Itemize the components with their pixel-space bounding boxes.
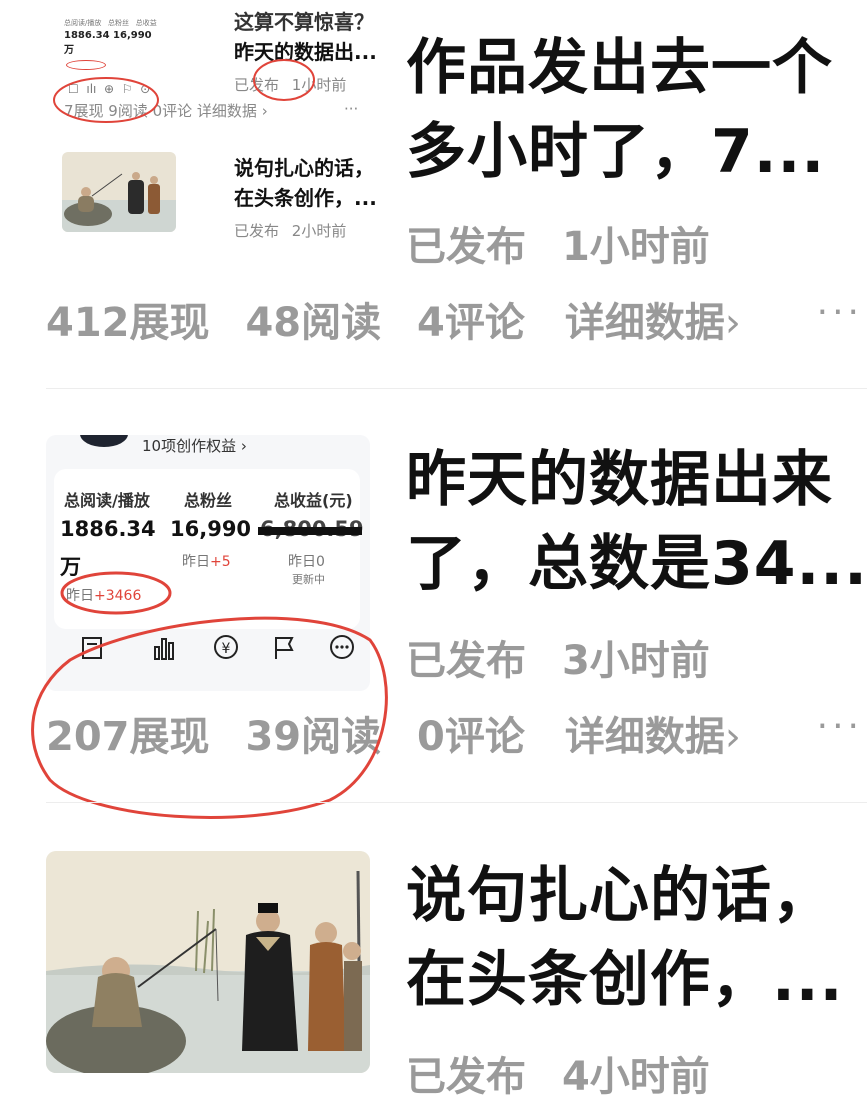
publish-time: 4小时前 xyxy=(561,1054,710,1100)
publish-status: 已发布 xyxy=(406,1054,526,1100)
avatar xyxy=(80,435,128,447)
article-title-line2[interactable]: 了，总数是34... xyxy=(406,522,866,606)
article-title-line2[interactable]: 多小时了，7... xyxy=(406,110,866,194)
mini-item2-title-line1: 说句扎心的话， xyxy=(234,156,374,180)
article-title-line1[interactable]: 昨天的数据出来 xyxy=(406,438,866,522)
bar-chart-icon xyxy=(154,638,174,660)
mini-item1-stats: 7展现 9阅读 0评论 详细数据 › xyxy=(64,102,268,120)
value-total-fans: 16,990 xyxy=(170,517,252,541)
stat-comments: 4评论 xyxy=(417,300,525,346)
more-circle-icon xyxy=(330,635,354,659)
mini-dash-value-reads: 1886.34 xyxy=(64,30,110,41)
mini-item1-title: 昨天的数据出... xyxy=(234,40,377,64)
stat-reads: 39阅读 xyxy=(245,714,382,760)
label-total-fans: 总粉丝 xyxy=(184,491,233,510)
detail-data-label: 详细数据 xyxy=(564,300,725,346)
tool-icons-row: ¥ xyxy=(64,633,364,663)
detail-data-link[interactable]: 详细数据› xyxy=(565,714,741,760)
article-item-1[interactable]: 总阅读/播放 总粉丝 总收益 1886.34 16,990 万 ☐ ılı ⊕ … xyxy=(0,0,867,388)
flag-icon xyxy=(275,637,294,659)
yesterday-reads: 昨日+3466 xyxy=(66,588,142,604)
publish-time: 1小时前 xyxy=(561,224,710,270)
value-unit: 万 xyxy=(60,555,81,579)
mini-item2-status: 已发布 xyxy=(234,222,280,240)
article-title-line1[interactable]: 作品发出去一个 xyxy=(406,26,866,110)
yesterday-fans: 昨日+5 xyxy=(182,554,231,570)
mini-item1-time: 1小时前 xyxy=(291,76,347,94)
article-title-line2[interactable]: 在头条创作，... xyxy=(406,938,866,1022)
detail-data-label: 详细数据 xyxy=(564,714,725,760)
redaction-bar xyxy=(258,527,362,535)
stat-impressions: 207展现 xyxy=(46,714,210,760)
value-total-reads: 1886.34 xyxy=(60,517,156,541)
detail-data-link[interactable]: 详细数据› xyxy=(565,300,741,346)
updating-note: 更新中 xyxy=(292,573,325,586)
stat-comments: 0评论 xyxy=(417,714,525,760)
article-thumbnail-screenshot[interactable]: 总阅读/播放 总粉丝 总收益 1886.34 16,990 万 ☐ ılı ⊕ … xyxy=(44,0,377,240)
document-icon xyxy=(82,637,102,659)
more-options-icon[interactable]: ··· xyxy=(817,292,863,333)
more-options-icon[interactable]: ··· xyxy=(817,706,863,747)
article-thumbnail-painting[interactable] xyxy=(46,851,370,1073)
mini-more-icon: ··· xyxy=(344,100,359,118)
mini-dashboard: 总阅读/播放 总粉丝 总收益 1886.34 16,990 万 ☐ ılı ⊕ … xyxy=(64,18,174,96)
stat-reads: 48阅读 xyxy=(245,300,382,346)
mini-top-title: 这算不算惊喜？ xyxy=(234,10,374,34)
mini-item2-painting xyxy=(62,152,176,232)
mini-dash-unit: 万 xyxy=(64,45,74,56)
label-total-reads: 总阅读/播放 xyxy=(64,491,150,510)
publish-status: 已发布 xyxy=(406,638,526,684)
creator-rights-link: 10项创作权益 › xyxy=(142,437,247,455)
article-thumbnail-dashboard[interactable]: 10项创作权益 › 总阅读/播放 总粉丝 总收益(元) 1886.34 16,9… xyxy=(46,435,370,691)
yuan-icon: ¥ xyxy=(214,635,238,659)
stat-impressions: 412展现 xyxy=(46,300,210,346)
svg-text:¥: ¥ xyxy=(222,641,231,657)
yesterday-income: 昨日0 xyxy=(288,554,325,570)
mini-item2-title-line2: 在头条创作，... xyxy=(234,186,377,210)
painting-fisherman-image xyxy=(46,851,370,1073)
publish-time: 3小时前 xyxy=(561,638,710,684)
publish-status: 已发布 xyxy=(406,224,526,270)
mini-dash-value-fans: 16,990 xyxy=(113,30,152,41)
mini-item2-time: 2小时前 xyxy=(291,222,347,240)
chevron-right-icon: › xyxy=(724,714,741,760)
article-title-line1[interactable]: 说句扎心的话， xyxy=(406,854,866,938)
label-total-income: 总收益(元) xyxy=(274,491,353,510)
stats-card: 总阅读/播放 总粉丝 总收益(元) 1886.34 16,990 6,800.5… xyxy=(54,469,364,629)
mini-item1-status: 已发布 xyxy=(234,76,280,94)
chevron-right-icon: › xyxy=(724,300,741,346)
